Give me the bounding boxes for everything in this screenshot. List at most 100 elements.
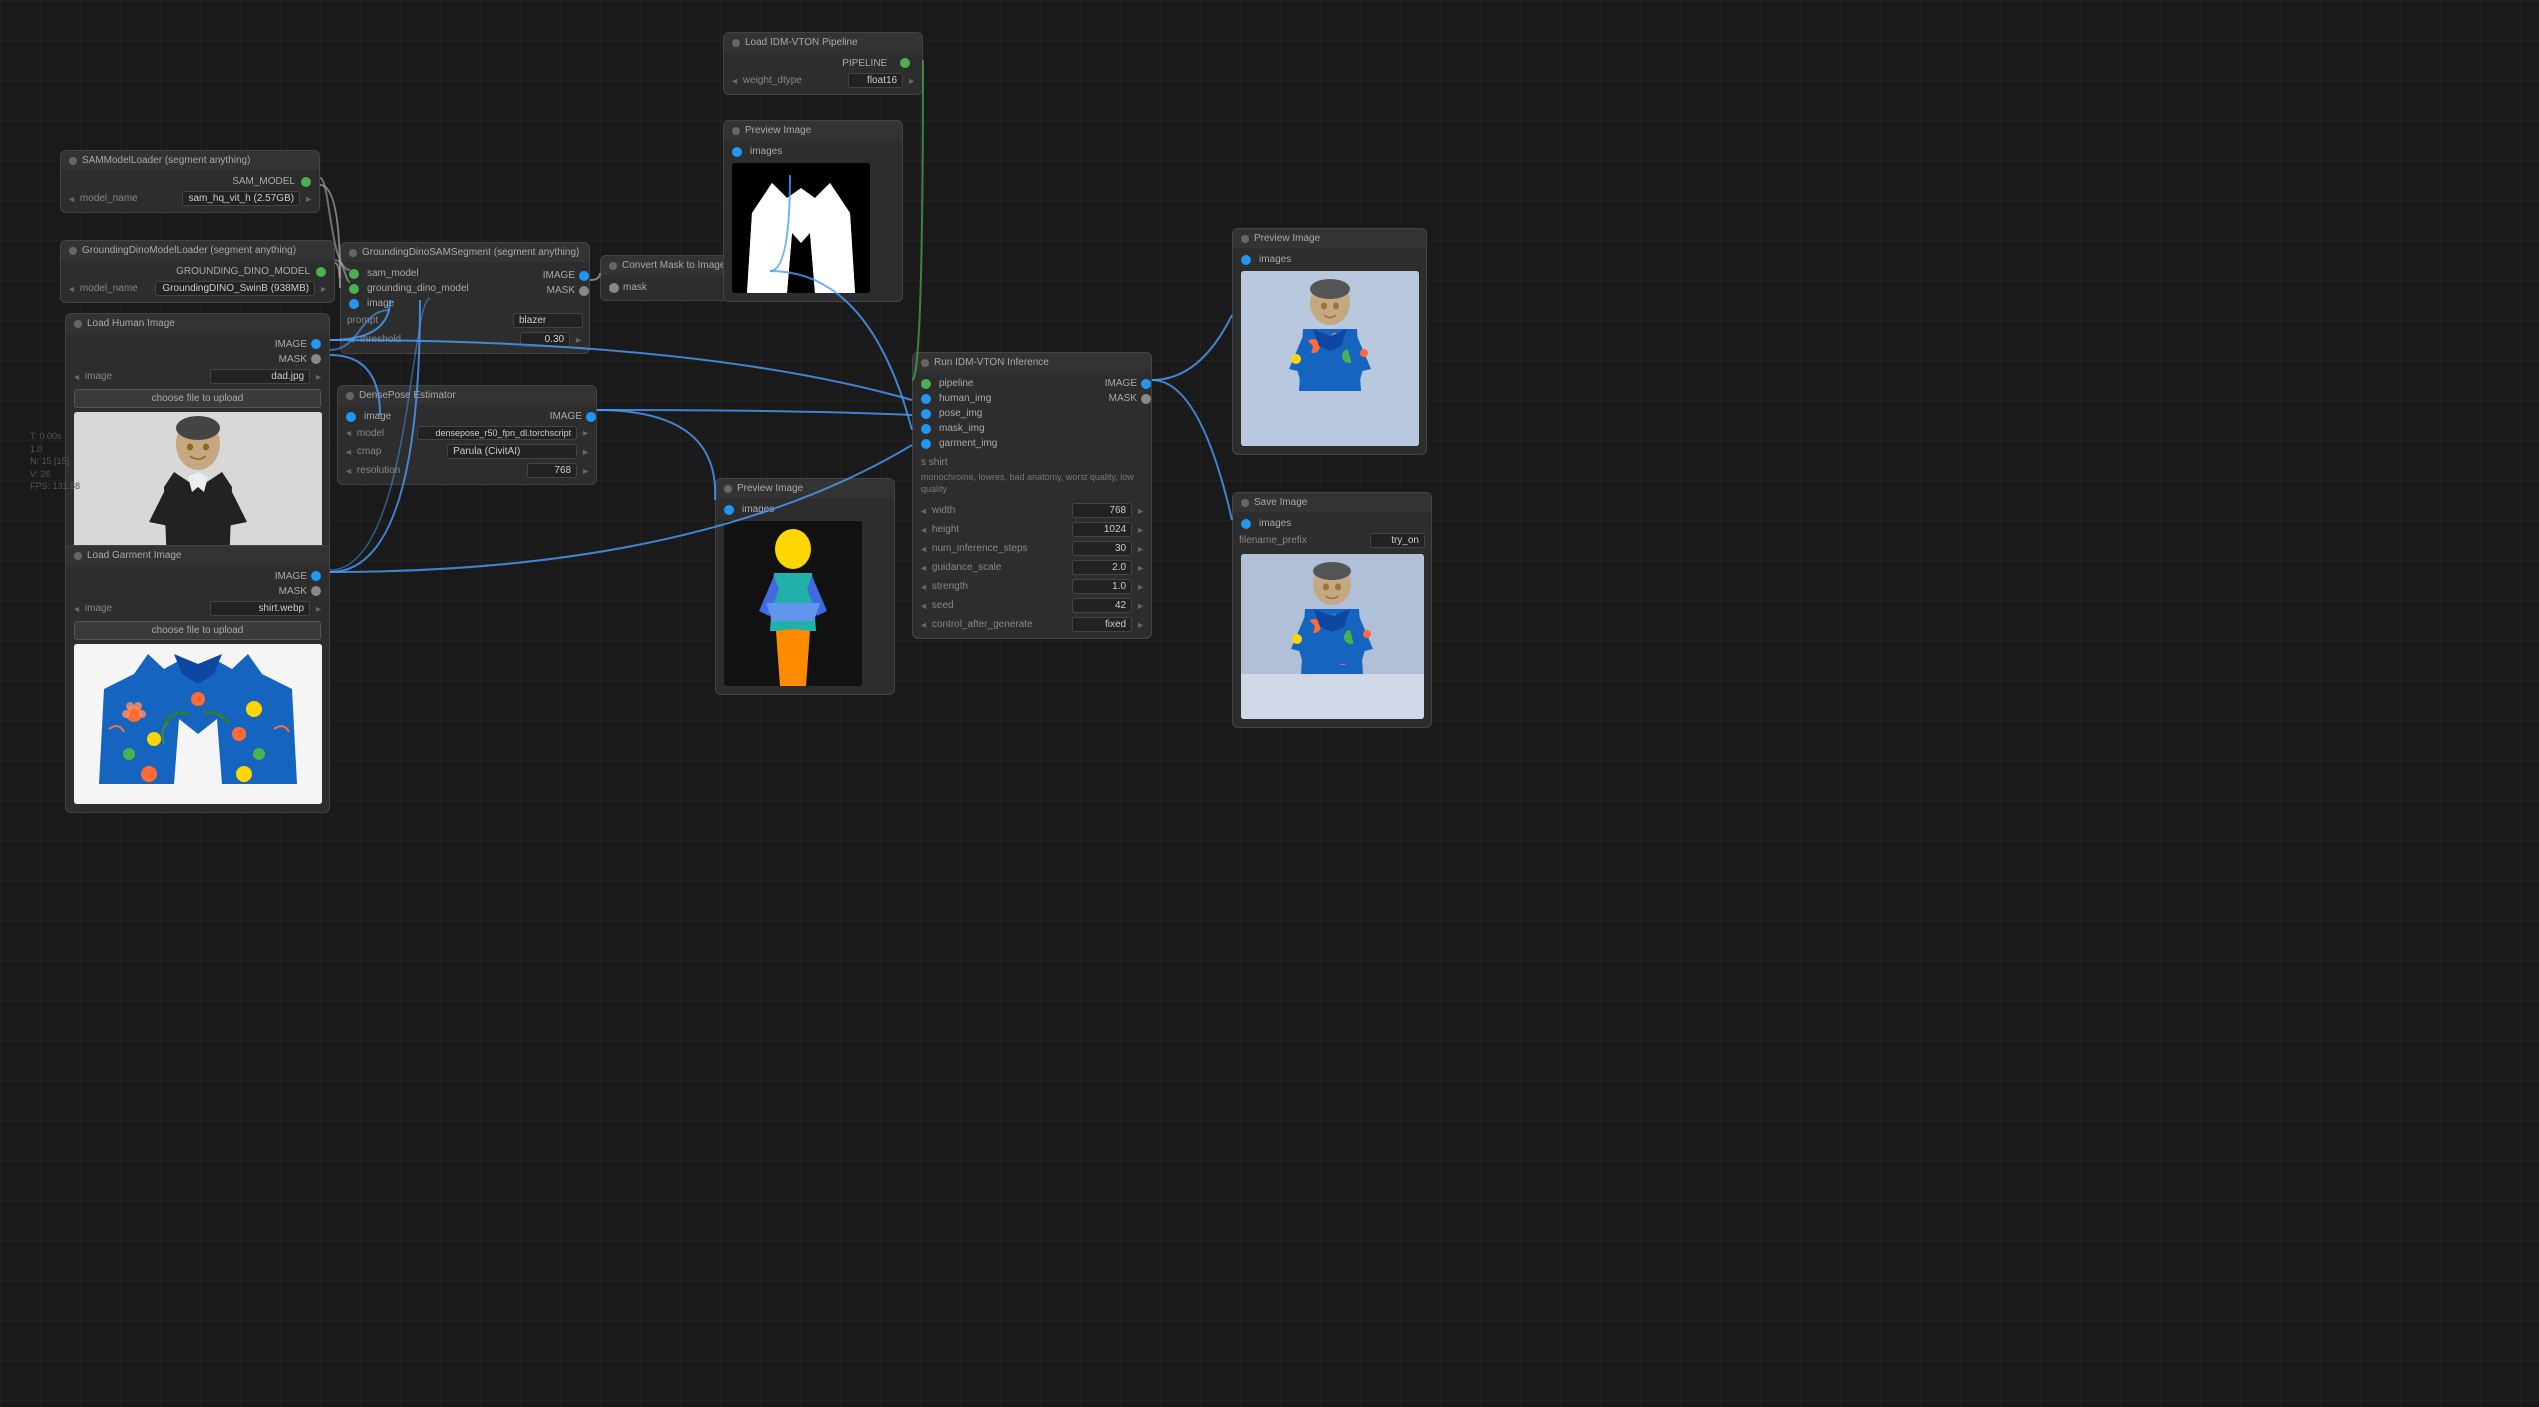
seg-prompt-value[interactable]: blazer: [513, 313, 583, 328]
vton-width-value[interactable]: 768: [1072, 503, 1132, 518]
vton-pipeline-port[interactable]: [921, 379, 931, 389]
grounding-output-port[interactable]: [316, 267, 326, 277]
vton-seed-value[interactable]: 42: [1072, 598, 1132, 613]
densepose-model-next[interactable]: ►: [581, 428, 590, 438]
seg-mask-output-port[interactable]: [579, 286, 589, 296]
human-img-value[interactable]: dad.jpg: [210, 369, 310, 384]
vton-pose-input: pose_img: [913, 406, 1005, 421]
seg-sam-label: sam_model: [367, 268, 419, 279]
vton-image-out-port[interactable]: [1141, 379, 1151, 389]
vton-height-prev[interactable]: ◄: [919, 525, 928, 535]
seg-sam-port[interactable]: [349, 269, 359, 279]
vton-pose-label: pose_img: [939, 408, 982, 419]
seg-threshold-prev[interactable]: ◄: [347, 335, 356, 345]
grounding-model-next[interactable]: ►: [319, 284, 328, 294]
grounding-model-name-row: ◄ model_name GroundingDINO_SwinB (938MB)…: [61, 279, 334, 298]
vton-strength-next[interactable]: ►: [1136, 582, 1145, 592]
save-prefix-value[interactable]: try_on: [1370, 533, 1425, 548]
human-choose-file-btn[interactable]: choose file to upload: [74, 389, 321, 408]
grounding-model-value[interactable]: GroundingDINO_SwinB (938MB): [155, 281, 315, 296]
sam-model-prev[interactable]: ◄: [67, 194, 76, 204]
garment-choose-file-btn[interactable]: choose file to upload: [74, 621, 321, 640]
stat-line1: 1.0: [30, 443, 80, 456]
densepose-title: DensePose Estimator: [359, 390, 456, 401]
garment-image-out-port[interactable]: [311, 571, 321, 581]
weight-prev[interactable]: ◄: [730, 76, 739, 86]
weight-next[interactable]: ►: [907, 76, 916, 86]
seg-grounding-port[interactable]: [349, 284, 359, 294]
grounding-dino-sam-segment-node: GroundingDinoSAMSegment (segment anythin…: [340, 242, 590, 354]
vton-guidance-prev[interactable]: ◄: [919, 563, 928, 573]
vton-garment-label: garment_img: [939, 438, 997, 449]
run-idm-vton-header: Run IDM-VTON Inference: [913, 353, 1151, 372]
densepose-cmap-row: ◄ cmap Parula (CivitAI) ►: [338, 442, 596, 461]
densepose-out-port[interactable]: [586, 412, 596, 422]
save-images-port[interactable]: [1241, 519, 1251, 529]
human-img-prev[interactable]: ◄: [72, 372, 81, 382]
human-mask-out-port[interactable]: [311, 354, 321, 364]
vton-control-value[interactable]: fixed: [1072, 617, 1132, 632]
vton-height-value[interactable]: 1024: [1072, 522, 1132, 537]
vton-control-next[interactable]: ►: [1136, 620, 1145, 630]
seg-image-output-port[interactable]: [579, 271, 589, 281]
densepose-model-value[interactable]: densepose_r50_fpn_dl.torchscript: [417, 426, 577, 440]
preview-mask-header: Preview Image: [724, 121, 902, 140]
sam-model-next[interactable]: ►: [304, 194, 313, 204]
save-image-preview: [1241, 554, 1424, 719]
preview-result-port[interactable]: [1241, 255, 1251, 265]
vton-steps-value[interactable]: 30: [1072, 541, 1132, 556]
vton-pose-port[interactable]: [921, 409, 931, 419]
seg-threshold-next[interactable]: ►: [574, 335, 583, 345]
preview-densepose-port[interactable]: [724, 505, 734, 515]
pipeline-output-label: PIPELINE: [842, 58, 887, 69]
densepose-cmap-next[interactable]: ►: [581, 447, 590, 457]
vton-strength-prev[interactable]: ◄: [919, 582, 928, 592]
densepose-cmap-prev[interactable]: ◄: [344, 447, 353, 457]
vton-steps-next[interactable]: ►: [1136, 544, 1145, 554]
vton-mask-port[interactable]: [921, 424, 931, 434]
vton-control-prev[interactable]: ◄: [919, 620, 928, 630]
vton-human-port[interactable]: [921, 394, 931, 404]
vton-height-next[interactable]: ►: [1136, 525, 1145, 535]
garment-img-prev[interactable]: ◄: [72, 604, 81, 614]
densepose-res-prev[interactable]: ◄: [344, 466, 353, 476]
sam-model-value[interactable]: sam_hq_vit_h (2.57GB): [182, 191, 300, 206]
densepose-res-next[interactable]: ►: [581, 466, 590, 476]
grounding-model-prev[interactable]: ◄: [67, 284, 76, 294]
vton-guidance-value[interactable]: 2.0: [1072, 560, 1132, 575]
garment-image-preview: [74, 644, 322, 804]
vton-mask-out-port[interactable]: [1141, 394, 1151, 404]
vton-strength-value[interactable]: 1.0: [1072, 579, 1132, 594]
vton-seed-next[interactable]: ►: [1136, 601, 1145, 611]
vton-guidance-next[interactable]: ►: [1136, 563, 1145, 573]
sam-model-label: model_name: [80, 193, 179, 204]
densepose-res-value[interactable]: 768: [527, 463, 577, 478]
load-human-image-node: Load Human Image IMAGE MASK ◄ image dad.…: [65, 313, 330, 576]
preview-mask-images-port[interactable]: [732, 147, 742, 157]
densepose-cmap-value[interactable]: Parula (CivitAI): [447, 444, 577, 459]
vton-width-next[interactable]: ►: [1136, 506, 1145, 516]
garment-mask-out-port[interactable]: [311, 586, 321, 596]
garment-img-value[interactable]: shirt.webp: [210, 601, 310, 616]
vton-steps-prev[interactable]: ◄: [919, 544, 928, 554]
vton-seed-prev[interactable]: ◄: [919, 601, 928, 611]
sam-output-port[interactable]: [301, 177, 311, 187]
seg-image-port[interactable]: [349, 299, 359, 309]
pipeline-out-port[interactable]: [900, 58, 910, 68]
grounding-model-label: model_name: [80, 283, 151, 294]
garment-img-next[interactable]: ►: [314, 604, 323, 614]
vton-garment-port[interactable]: [921, 439, 931, 449]
human-img-next[interactable]: ►: [314, 372, 323, 382]
vton-width-prev[interactable]: ◄: [919, 506, 928, 516]
stat-line4: FPS: 131.58: [30, 480, 80, 493]
densepose-model-prev[interactable]: ◄: [344, 428, 353, 438]
human-image-preview: [74, 412, 322, 567]
seg-threshold-value[interactable]: 0.30: [520, 332, 570, 347]
vton-pipeline-label: pipeline: [939, 378, 973, 389]
vton-mask-label: mask_img: [939, 423, 985, 434]
seg-image-label: image: [367, 298, 394, 309]
human-image-out-port[interactable]: [311, 339, 321, 349]
densepose-image-port[interactable]: [346, 412, 356, 422]
weight-dtype-value[interactable]: float16: [848, 73, 903, 88]
convert-mask-in-port[interactable]: [609, 283, 619, 293]
